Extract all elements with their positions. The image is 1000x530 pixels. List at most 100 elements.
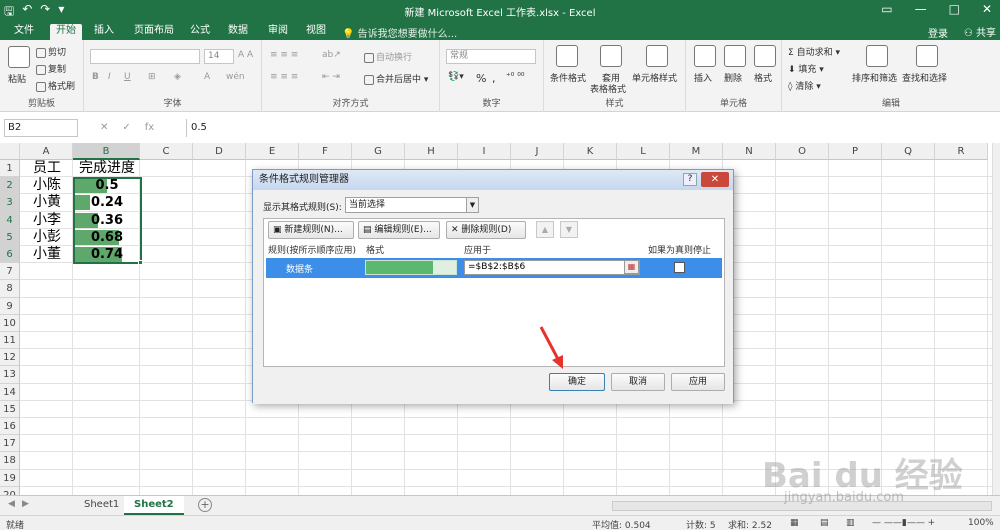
column-header-c[interactable]: C bbox=[140, 143, 193, 160]
cut-button[interactable]: 剪切 bbox=[36, 45, 66, 58]
format-cells-button[interactable]: 格式 bbox=[754, 71, 772, 84]
move-up-button[interactable]: ▲ bbox=[536, 221, 554, 238]
fill-handle[interactable] bbox=[138, 260, 143, 265]
range-picker-icon[interactable]: ▦ bbox=[624, 260, 639, 274]
share-button[interactable]: ⚇ 共享 bbox=[964, 24, 996, 39]
insert-cells-icon[interactable] bbox=[694, 45, 716, 67]
row-header-12[interactable]: 12 bbox=[0, 349, 20, 367]
cell-styles-button[interactable]: 单元格样式 bbox=[632, 71, 677, 84]
font-grow-icon[interactable]: A A bbox=[238, 50, 253, 60]
prev-sheet-icon[interactable]: ◀ bbox=[8, 499, 15, 509]
column-header-p[interactable]: P bbox=[829, 143, 882, 160]
conditional-format-icon[interactable] bbox=[556, 45, 578, 67]
row-header-4[interactable]: 4 bbox=[0, 211, 20, 229]
indent-icon[interactable]: ⇤ ⇥ bbox=[322, 72, 340, 82]
copy-button[interactable]: 复制 bbox=[36, 62, 66, 75]
currency-icon[interactable]: 💱▾ bbox=[448, 72, 464, 82]
align-top-icon[interactable]: ≡ ≡ ≡ bbox=[270, 50, 298, 60]
move-down-button[interactable]: ▼ bbox=[560, 221, 578, 238]
number-format-combo[interactable]: 常规 bbox=[446, 49, 536, 64]
insert-function-icon[interactable]: fx bbox=[145, 122, 154, 133]
zoom-slider[interactable]: — ——▮—— + bbox=[872, 518, 935, 528]
sheet-tab-sheet2[interactable]: Sheet2 bbox=[124, 496, 184, 515]
column-header-k[interactable]: K bbox=[564, 143, 617, 160]
minimize-icon[interactable]: — bbox=[915, 2, 927, 16]
column-header-d[interactable]: D bbox=[193, 143, 246, 160]
format-painter-button[interactable]: 格式刷 bbox=[36, 79, 75, 92]
column-header-b[interactable]: B bbox=[73, 143, 140, 160]
row-header-17[interactable]: 17 bbox=[0, 435, 20, 453]
merge-center-button[interactable]: 合并后居中 ▾ bbox=[364, 72, 428, 85]
tell-me-box[interactable]: 💡 告诉我您想要做什么... bbox=[342, 25, 457, 40]
cell-b1[interactable]: 完成进度 bbox=[74, 160, 140, 177]
row-header-8[interactable]: 8 bbox=[0, 280, 20, 298]
font-name-combo[interactable] bbox=[90, 49, 200, 64]
row-header-2[interactable]: 2 bbox=[0, 177, 20, 195]
tab-view[interactable]: 视图 bbox=[300, 24, 332, 40]
close-dialog-button[interactable]: ✕ bbox=[701, 172, 729, 187]
row-header-16[interactable]: 16 bbox=[0, 418, 20, 436]
next-sheet-icon[interactable]: ▶ bbox=[22, 499, 29, 509]
conditional-format-button[interactable]: 条件格式 bbox=[550, 71, 586, 84]
underline-icon[interactable]: U bbox=[124, 72, 131, 82]
bold-icon[interactable]: B bbox=[92, 72, 99, 82]
row-header-15[interactable]: 15 bbox=[0, 400, 20, 418]
column-header-r[interactable]: R bbox=[935, 143, 988, 160]
tab-file[interactable]: 文件 bbox=[8, 24, 40, 40]
autosum-button[interactable]: Σ 自动求和 ▾ bbox=[788, 45, 840, 58]
format-cells-icon[interactable] bbox=[754, 45, 776, 67]
cell-a3[interactable]: 小黄 bbox=[21, 194, 73, 211]
tab-page-layout[interactable]: 页面布局 bbox=[128, 24, 180, 40]
ribbon-display-icon[interactable]: ▭ bbox=[881, 2, 892, 16]
find-select-icon[interactable] bbox=[916, 45, 938, 67]
column-header-n[interactable]: N bbox=[723, 143, 776, 160]
tab-home[interactable]: 开始 bbox=[50, 24, 82, 40]
paste-icon[interactable] bbox=[8, 46, 30, 68]
page-layout-view-icon[interactable]: ▤ bbox=[820, 518, 829, 528]
column-header-j[interactable]: J bbox=[511, 143, 564, 160]
insert-cells-button[interactable]: 插入 bbox=[694, 71, 712, 84]
orientation-icon[interactable]: ab↗ bbox=[322, 50, 341, 60]
column-header-g[interactable]: G bbox=[352, 143, 405, 160]
stop-if-true-checkbox[interactable] bbox=[674, 262, 685, 273]
column-header-o[interactable]: O bbox=[776, 143, 829, 160]
maximize-icon[interactable]: □ bbox=[949, 2, 960, 16]
cell-a1[interactable]: 员工 bbox=[21, 160, 73, 177]
table-format-icon[interactable] bbox=[600, 45, 622, 67]
cell-a2[interactable]: 小陈 bbox=[21, 177, 73, 194]
decimal-icon[interactable]: ⁺⁰ ⁰⁰ bbox=[506, 72, 524, 82]
cancel-formula-icon[interactable]: ✕ bbox=[100, 122, 108, 133]
row-header-7[interactable]: 7 bbox=[0, 263, 20, 281]
new-rule-button[interactable]: ▣ 新建规则(N)... bbox=[268, 221, 354, 239]
row-header-5[interactable]: 5 bbox=[0, 228, 20, 246]
applies-to-input[interactable]: =$B$2:$B$6 bbox=[464, 260, 640, 275]
align-left-icon[interactable]: ≡ ≡ ≡ bbox=[270, 72, 298, 82]
column-header-e[interactable]: E bbox=[246, 143, 299, 160]
fill-button[interactable]: ⬇ 填充 ▾ bbox=[788, 62, 824, 75]
percent-button[interactable]: % bbox=[476, 72, 486, 85]
column-header-f[interactable]: F bbox=[299, 143, 352, 160]
row-header-13[interactable]: 13 bbox=[0, 366, 20, 384]
column-header-l[interactable]: L bbox=[617, 143, 670, 160]
apply-button[interactable]: 应用 bbox=[671, 373, 725, 391]
column-header-m[interactable]: M bbox=[670, 143, 723, 160]
font-size-combo[interactable]: 14 bbox=[204, 49, 234, 64]
delete-rule-button[interactable]: ✕ 删除规则(D) bbox=[446, 221, 526, 239]
vertical-scrollbar[interactable] bbox=[992, 143, 1000, 495]
tab-data[interactable]: 数据 bbox=[222, 24, 254, 40]
row-header-1[interactable]: 1 bbox=[0, 160, 20, 178]
cell-a5[interactable]: 小彭 bbox=[21, 229, 73, 246]
ok-button[interactable]: 确定 bbox=[549, 373, 605, 391]
find-select-button[interactable]: 查找和选择 bbox=[902, 71, 947, 84]
page-break-view-icon[interactable]: ▥ bbox=[846, 518, 855, 528]
phonetic-icon[interactable]: wén bbox=[226, 72, 245, 82]
column-header-h[interactable]: H bbox=[405, 143, 458, 160]
zoom-level[interactable]: 100% bbox=[968, 518, 994, 528]
fill-color-icon[interactable]: ◈ bbox=[174, 72, 181, 82]
table-format-line2[interactable]: 表格格式 bbox=[590, 82, 626, 95]
tab-review[interactable]: 审阅 bbox=[262, 24, 294, 40]
column-header-q[interactable]: Q bbox=[882, 143, 935, 160]
column-header-a[interactable]: A bbox=[20, 143, 73, 160]
rule-row-selected[interactable]: 数据条 =$B$2:$B$6 ▦ bbox=[266, 258, 722, 278]
row-header-10[interactable]: 10 bbox=[0, 314, 20, 332]
